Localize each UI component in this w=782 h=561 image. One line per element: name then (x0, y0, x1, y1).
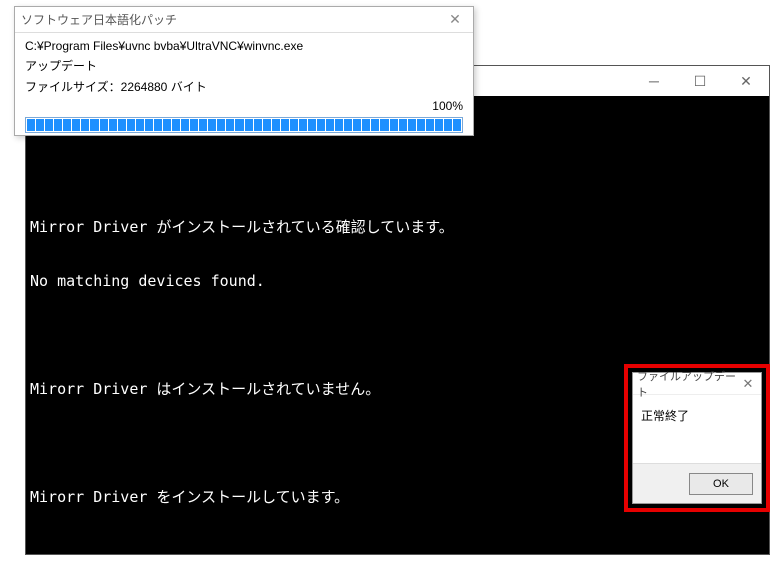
close-icon[interactable]: ✕ (443, 11, 467, 28)
console-line: Mirror Driver がインストールされている確認しています。 (30, 218, 765, 236)
progress-body: C:¥Program Files¥uvnc bvba¥UltraVNC¥winv… (15, 33, 473, 145)
maximize-button[interactable]: ☐ (677, 66, 723, 96)
close-button[interactable]: ✕ (723, 66, 769, 96)
file-path: C:¥Program Files¥uvnc bvba¥UltraVNC¥winv… (25, 39, 463, 53)
progress-percent: 100% (432, 99, 463, 113)
message-dialog: ファイルアップデート ✕ 正常終了 OK (632, 372, 762, 504)
filesize-label: ファイルサイズ：2264880 バイト (25, 78, 463, 95)
progress-titlebar: ソフトウェア日本語化パッチ ✕ (15, 7, 473, 33)
ok-button[interactable]: OK (689, 473, 753, 495)
message-text: 正常終了 (641, 409, 689, 423)
progress-dialog: ソフトウェア日本語化パッチ ✕ C:¥Program Files¥uvnc bv… (14, 6, 474, 136)
minimize-button[interactable]: ─ (631, 66, 677, 96)
progress-title: ソフトウェア日本語化パッチ (21, 11, 443, 28)
message-titlebar: ファイルアップデート ✕ (633, 373, 761, 395)
console-line: No matching devices found. (30, 272, 765, 290)
progress-bar (25, 117, 463, 133)
message-buttons: OK (633, 463, 761, 503)
update-label: アップデート (25, 57, 463, 74)
close-icon[interactable]: ✕ (739, 376, 757, 392)
message-body: 正常終了 (633, 395, 761, 463)
highlight-box: ファイルアップデート ✕ 正常終了 OK (624, 364, 770, 512)
